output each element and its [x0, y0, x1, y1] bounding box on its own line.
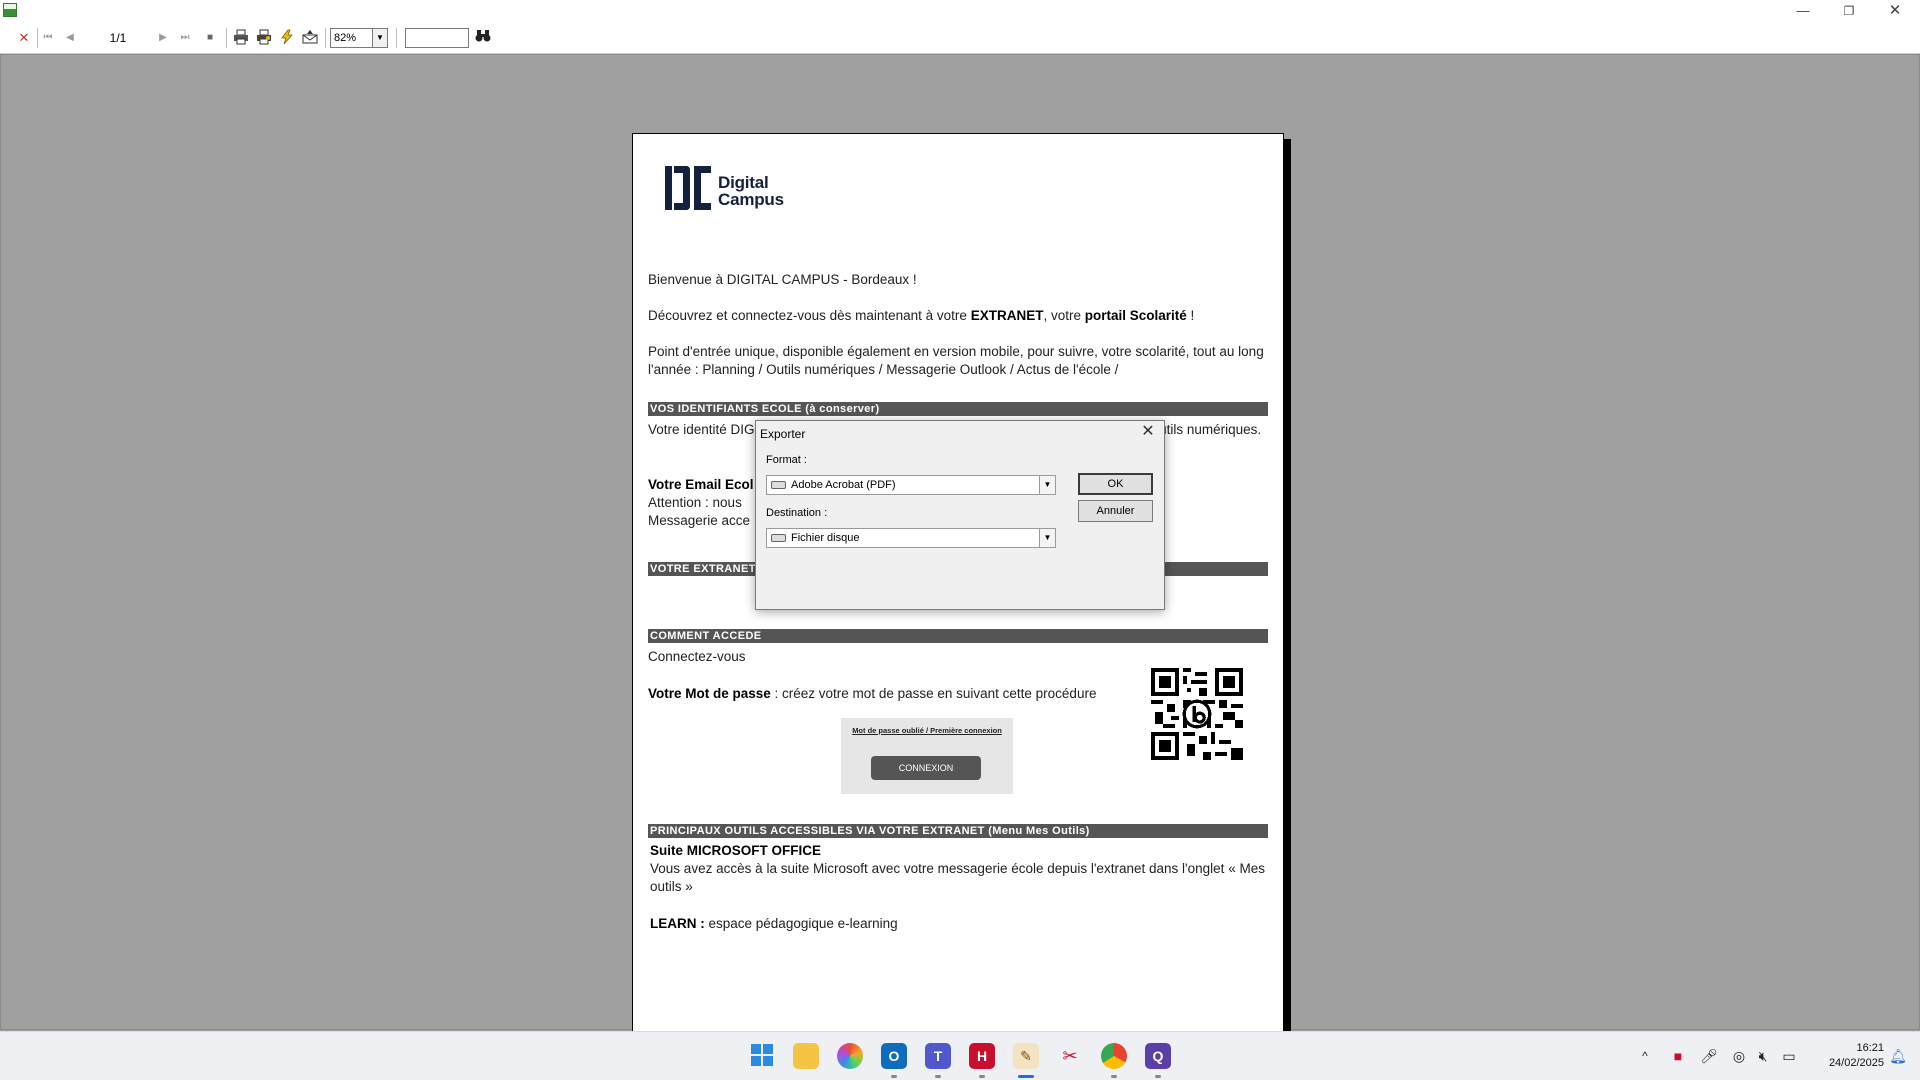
start-icon[interactable]: [749, 1043, 775, 1069]
zoom-select[interactable]: 82% ▼: [330, 28, 388, 48]
toolbar-separator: [325, 28, 326, 48]
search-input[interactable]: [405, 28, 469, 48]
clock-time: 16:21: [1856, 1042, 1884, 1054]
export-dialog: Exporter ✕ Format : Adobe Acrobat (PDF) …: [755, 420, 1165, 610]
extranet-word: EXTRANET: [970, 308, 1044, 323]
previous-page-icon[interactable]: ◀: [62, 29, 78, 47]
close-report-icon[interactable]: ✕: [16, 29, 32, 47]
connect-text: Connectez-vous: [648, 649, 746, 664]
password-label: Votre Mot de passe: [648, 686, 771, 701]
network-icon[interactable]: ◎: [1730, 1047, 1748, 1065]
chevron-down-icon[interactable]: ▼: [372, 29, 387, 47]
format-label: Format :: [766, 454, 807, 466]
zoom-value: 82%: [334, 32, 357, 44]
entry-point-text: Point d'entrée unique, disponible égalem…: [648, 344, 1264, 377]
office-title: Suite MICROSOFT OFFICE: [650, 843, 821, 858]
photos-app-icon[interactable]: [837, 1043, 863, 1069]
chevron-down-icon[interactable]: ▼: [1039, 529, 1055, 547]
office-text: Vous avez accès à la suite Microsoft ave…: [650, 861, 1265, 894]
logo-line-2: Campus: [718, 190, 784, 209]
gift-icon[interactable]: ■: [1668, 1047, 1688, 1065]
microphone-icon[interactable]: 🎤︎: [1700, 1047, 1718, 1065]
cancel-button[interactable]: Annuler: [1078, 500, 1153, 522]
logo-line-1: Digital: [718, 173, 769, 192]
taskbar-clock[interactable]: 16:21 24/02/2025: [1800, 1041, 1884, 1071]
destination-icon: [771, 534, 786, 542]
print-setup-icon[interactable]: [254, 29, 274, 47]
file-explorer-icon[interactable]: [793, 1043, 819, 1069]
window-titlebar: — ❐ ✕: [0, 0, 1920, 22]
welcome-text: Bienvenue à DIGITAL CAMPUS - Bordeaux !: [648, 272, 917, 287]
volume-muted-icon[interactable]: 🔇︎: [1752, 1047, 1774, 1065]
first-page-icon[interactable]: ⏮: [40, 29, 56, 47]
toolbar-separator: [396, 28, 397, 48]
mail-export-icon[interactable]: [300, 29, 320, 47]
windows-taskbar: O T H ✎ ✂ Q ^ ■ 🎤︎ ◎ 🔇︎ ▭ 16:21 24/02/20…: [0, 1031, 1920, 1080]
close-icon[interactable]: ✕: [1138, 423, 1158, 441]
chrome-icon[interactable]: [1101, 1043, 1127, 1069]
section-header-comment: COMMENT ACCEDE: [648, 629, 1268, 643]
h-app-icon[interactable]: H: [969, 1043, 995, 1069]
digital-campus-logo: Digital Campus: [665, 164, 805, 216]
next-page-icon[interactable]: ▶: [155, 29, 171, 47]
chevron-down-icon[interactable]: ▼: [1039, 476, 1055, 494]
search-app-icon[interactable]: Q: [1145, 1043, 1171, 1069]
section-header-outils: PRINCIPAUX OUTILS ACCESSIBLES VIA VOTRE …: [648, 824, 1268, 838]
connection-panel: Mot de passe oublié / Première connexion…: [841, 718, 1013, 794]
toolbar-separator: [37, 28, 38, 48]
learn-label: LEARN :: [650, 916, 705, 931]
discover-text: Découvrez et connectez-vous dès maintena…: [648, 308, 1195, 323]
minimize-button[interactable]: —: [1780, 0, 1826, 22]
binoculars-icon[interactable]: [474, 29, 492, 47]
section-header-identifiants: VOS IDENTIFIANTS ECOLE (à conserver): [648, 402, 1268, 416]
close-window-button[interactable]: ✕: [1872, 0, 1918, 22]
format-value: Adobe Acrobat (PDF): [791, 479, 896, 491]
toolbar-separator: [226, 28, 227, 48]
format-icon: [771, 481, 786, 489]
qr-code: [1151, 668, 1243, 760]
destination-label: Destination :: [766, 507, 828, 519]
clock-date: 24/02/2025: [1828, 1057, 1884, 1069]
export-lightning-icon[interactable]: [277, 29, 297, 47]
notification-bell-icon[interactable]: 🔔︎: [1888, 1047, 1908, 1065]
stop-icon[interactable]: ■: [202, 29, 218, 47]
app-icon: [3, 3, 17, 17]
print-icon[interactable]: [231, 29, 251, 47]
report-app-icon[interactable]: ✎: [1013, 1043, 1039, 1069]
last-page-icon[interactable]: ⏭: [177, 29, 193, 47]
restore-button[interactable]: ❐: [1826, 0, 1872, 22]
outlook-icon[interactable]: O: [881, 1043, 907, 1069]
snipping-tool-icon[interactable]: ✂: [1057, 1043, 1083, 1069]
destination-select[interactable]: Fichier disque ▼: [766, 528, 1056, 548]
chevron-up-icon[interactable]: ^: [1636, 1047, 1654, 1065]
battery-icon[interactable]: ▭: [1778, 1047, 1800, 1065]
report-toolbar: ✕ ⏮ ◀ 1/1 ▶ ⏭ ■ 82% ▼: [0, 22, 1920, 54]
page-indicator: 1/1: [109, 31, 127, 45]
dialog-title: Exporter: [760, 427, 806, 441]
learn-text: LEARN : espace pédagogique e-learning: [650, 916, 898, 931]
teams-icon[interactable]: T: [925, 1043, 951, 1069]
forgot-password-link[interactable]: Mot de passe oublié / Première connexion: [841, 726, 1013, 735]
format-select[interactable]: Adobe Acrobat (PDF) ▼: [766, 475, 1056, 495]
portail-word: portail Scolarité: [1084, 308, 1187, 323]
connexion-button[interactable]: CONNEXION: [871, 756, 981, 780]
ok-button[interactable]: OK: [1078, 473, 1153, 495]
logo-mark: [665, 166, 713, 210]
destination-value: Fichier disque: [791, 532, 860, 544]
